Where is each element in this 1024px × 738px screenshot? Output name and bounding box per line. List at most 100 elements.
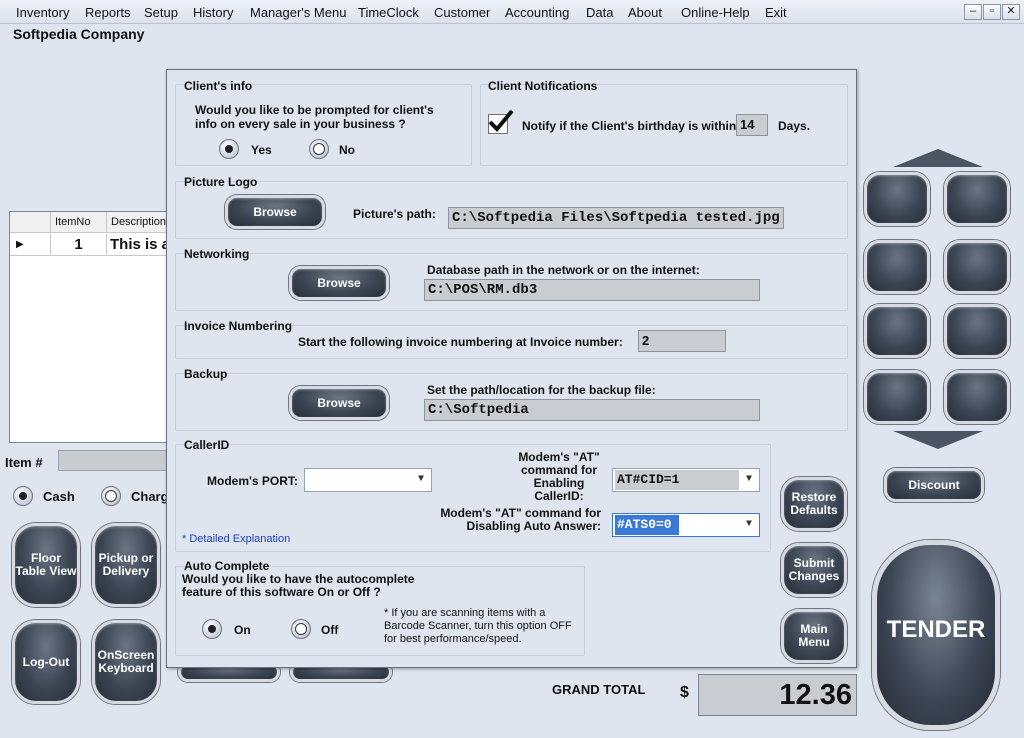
menu-setup[interactable]: Setup — [144, 5, 178, 20]
clients-info-yes-label: Yes — [251, 143, 272, 157]
sale-items-grid[interactable]: ItemNo Description ▶ 1 This is a — [9, 211, 177, 443]
checkmark-icon — [488, 109, 514, 132]
invoice-number-label: Start the following invoice numbering at… — [298, 335, 623, 349]
keypad-button-4[interactable] — [944, 240, 1010, 294]
barcode-scanner-note: * If you are scanning items with a Barco… — [384, 607, 572, 645]
disable-auto-answer-label: Modem's "AT" command for Disabling Auto … — [425, 507, 601, 533]
menu-accounting[interactable]: Accounting — [505, 5, 569, 20]
cell-itemno[interactable]: 1 — [51, 234, 107, 256]
charge-radio[interactable] — [101, 486, 121, 506]
picture-logo-browse-button[interactable]: Browse — [225, 195, 325, 229]
grand-total-label: GRAND TOTAL — [552, 682, 646, 697]
item-number-input[interactable] — [58, 450, 170, 471]
networking-title: Networking — [184, 247, 250, 261]
disable-auto-answer-label-line-2: Disabling Auto Answer: — [466, 519, 601, 533]
submit-changes-button[interactable]: Submit Changes — [781, 543, 847, 597]
close-icon[interactable]: ✕ — [1002, 4, 1020, 20]
birthday-checkbox[interactable] — [488, 109, 514, 134]
scroll-down-arrow-icon[interactable] — [893, 431, 983, 449]
chevron-down-icon[interactable]: ▼ — [743, 514, 755, 536]
birthday-notify-label: Notify if the Client's birthday is withi… — [522, 119, 737, 133]
menu-data[interactable]: Data — [586, 5, 613, 20]
invoice-number-input[interactable]: 2 — [638, 330, 726, 352]
logout-button[interactable]: Log-Out — [12, 620, 80, 704]
keypad-button-2[interactable] — [944, 172, 1010, 226]
minimize-icon[interactable]: – — [964, 4, 982, 20]
menu-exit[interactable]: Exit — [765, 5, 787, 20]
database-path-label: Database path in the network or on the i… — [427, 263, 700, 277]
enable-callerid-value: AT#CID=1 — [615, 470, 739, 490]
row-selector-icon[interactable]: ▶ — [10, 234, 51, 256]
column-header-itemno[interactable]: ItemNo — [51, 212, 107, 233]
clients-info-no-label: No — [339, 143, 355, 157]
backup-path-input[interactable]: C:\Softpedia — [424, 399, 760, 421]
clients-info-question: Would you like to be prompted for client… — [195, 103, 434, 131]
networking-browse-button[interactable]: Browse — [289, 266, 389, 300]
detailed-explanation-link[interactable]: * Detailed Explanation — [182, 533, 290, 545]
restore-icon[interactable]: ▫ — [983, 4, 1001, 20]
clients-info-title: Client's info — [184, 79, 253, 93]
modem-port-value — [307, 470, 411, 490]
chevron-down-icon[interactable]: ▼ — [415, 469, 427, 491]
keypad-button-7[interactable] — [864, 370, 930, 424]
menu-timeclock[interactable]: TimeClock — [358, 5, 419, 20]
cash-radio[interactable] — [13, 486, 33, 506]
auto-complete-question: Would you like to have the autocomplete … — [182, 572, 415, 599]
charge-label: Charg — [131, 489, 169, 504]
menu-customer[interactable]: Customer — [434, 5, 490, 20]
enable-callerid-select[interactable]: AT#CID=1 ▼ — [612, 468, 760, 492]
grid-row-header-corner — [10, 212, 51, 233]
keypad-button-8[interactable] — [944, 370, 1010, 424]
backup-path-label: Set the path/location for the backup fil… — [427, 383, 656, 397]
menu-managers-menu[interactable]: Manager's Menu — [250, 5, 346, 20]
discount-button[interactable]: Discount — [884, 468, 984, 502]
clients-info-no-radio[interactable] — [309, 139, 329, 159]
chevron-down-icon[interactable]: ▼ — [743, 469, 755, 491]
birthday-days-input[interactable]: 14 — [736, 114, 768, 136]
enable-callerid-label: Modem's "AT" command for Enabling Caller… — [509, 451, 609, 503]
onscreen-keyboard-button[interactable]: OnScreen Keyboard — [92, 620, 160, 704]
database-path-input[interactable]: C:\POS\RM.db3 — [424, 279, 760, 301]
disable-auto-answer-value: #ATS0=0 — [615, 515, 679, 535]
tender-button[interactable]: TENDER — [872, 540, 1000, 730]
menu-online-help[interactable]: Online-Help — [681, 5, 750, 20]
client-notifications-title: Client Notifications — [488, 79, 598, 93]
pickup-delivery-button[interactable]: Pickup or Delivery — [92, 523, 160, 607]
auto-complete-on-radio[interactable] — [202, 619, 222, 639]
keypad-button-6[interactable] — [944, 304, 1010, 358]
picture-path-input[interactable]: C:\Softpedia Files\Softpedia tested.jpg — [448, 207, 784, 229]
setup-dialog: Client's info Would you like to be promp… — [166, 69, 857, 668]
clients-info-yes-radio[interactable] — [219, 139, 239, 159]
keypad-button-1[interactable] — [864, 172, 930, 226]
auto-complete-on-label: On — [234, 623, 251, 637]
keypad-button-5[interactable] — [864, 304, 930, 358]
days-label: Days. — [778, 119, 811, 133]
floor-table-view-button[interactable]: Floor Table View — [12, 523, 80, 607]
menu-about[interactable]: About — [628, 5, 662, 20]
picture-logo-title: Picture Logo — [184, 175, 258, 189]
invoice-numbering-title: Invoice Numbering — [184, 319, 293, 333]
menu-reports[interactable]: Reports — [85, 5, 131, 20]
callerid-title: CallerID — [184, 438, 230, 452]
restore-defaults-button[interactable]: Restore Defaults — [781, 477, 847, 531]
keypad-button-3[interactable] — [864, 240, 930, 294]
menu-inventory[interactable]: Inventory — [16, 5, 69, 20]
menu-bar: Inventory Reports Setup History Manager'… — [0, 0, 1024, 24]
modem-port-select[interactable]: ▼ — [304, 468, 432, 492]
cash-label: Cash — [43, 489, 75, 504]
auto-complete-off-radio[interactable] — [291, 619, 311, 639]
grand-total-value: 12.36 — [698, 674, 857, 716]
picture-path-label: Picture's path: — [353, 207, 436, 221]
auto-complete-off-label: Off — [321, 623, 339, 637]
item-number-label: Item # — [5, 455, 43, 470]
currency-symbol: $ — [680, 684, 689, 701]
menu-history[interactable]: History — [193, 5, 233, 20]
auto-complete-title: Auto Complete — [184, 559, 270, 573]
backup-title: Backup — [184, 367, 228, 381]
company-name: Softpedia Company — [13, 26, 145, 42]
backup-browse-button[interactable]: Browse — [289, 386, 389, 420]
disable-auto-answer-select[interactable]: #ATS0=0 ▼ — [612, 513, 760, 537]
modem-port-label: Modem's PORT: — [207, 474, 298, 488]
main-menu-button[interactable]: Main Menu — [781, 609, 847, 663]
scroll-up-arrow-icon[interactable] — [893, 149, 983, 167]
